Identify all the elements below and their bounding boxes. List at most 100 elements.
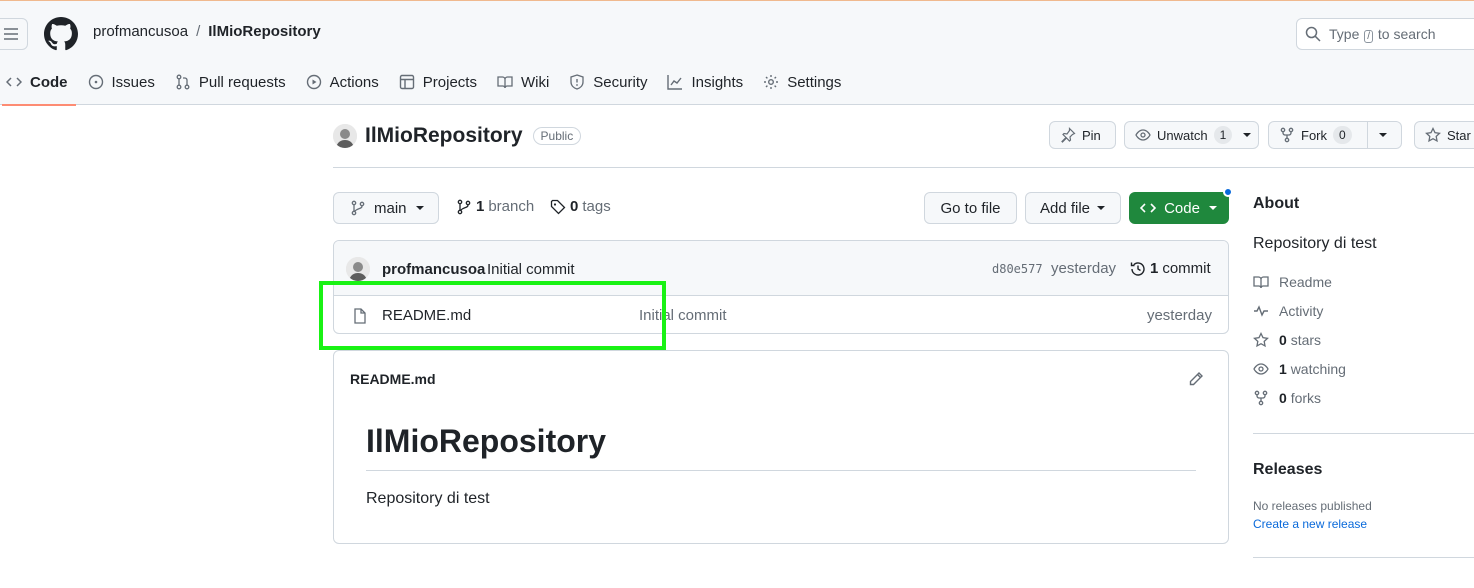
commit-count: 1: [1150, 260, 1159, 277]
unwatch-button[interactable]: Unwatch 1: [1124, 121, 1259, 149]
star-icon: [1425, 127, 1441, 143]
branch-icon: [351, 200, 365, 216]
unwatch-label: Unwatch: [1157, 127, 1208, 143]
fork-label: Fork: [1301, 127, 1327, 143]
commit-time: yesterday: [1051, 260, 1117, 277]
latest-commit-row: profmancusoa Initial commit d80e577 yest…: [334, 241, 1228, 296]
commit-history-link[interactable]: 1 commit: [1130, 260, 1211, 277]
visibility-badge: Public: [532, 127, 582, 145]
pin-icon: [1061, 127, 1076, 143]
shield-icon: [570, 74, 584, 90]
github-logo-icon[interactable]: [44, 17, 78, 51]
sidebar-divider: [1253, 433, 1474, 434]
tab-security[interactable]: Security: [565, 63, 659, 101]
commit-author[interactable]: profmancusoa: [382, 261, 485, 278]
caret-down-icon: [415, 206, 424, 210]
file-row[interactable]: README.md Initial commit yesterday: [334, 296, 1228, 333]
add-file-button[interactable]: Add file: [1025, 192, 1121, 224]
tab-wiki[interactable]: Wiki: [493, 63, 561, 101]
fork-icon: [1254, 390, 1268, 406]
readme-divider: [366, 470, 1196, 471]
repo-nav: Code Issues Pull requests Actions Projec…: [0, 63, 853, 106]
tab-label: Wiki: [520, 73, 550, 91]
fork-dropdown[interactable]: [1367, 122, 1398, 148]
go-to-file-label: Go to file: [940, 199, 1001, 217]
pulse-icon: [1254, 305, 1268, 317]
book-icon: [497, 76, 513, 89]
tag-count: 0: [570, 198, 579, 215]
search-input[interactable]: Type / to search: [1296, 18, 1474, 50]
go-to-file-button[interactable]: Go to file: [924, 192, 1017, 224]
play-icon: [306, 74, 321, 90]
create-release-link[interactable]: Create a new release: [1253, 517, 1367, 531]
tab-actions[interactable]: Actions: [302, 63, 391, 101]
commit-message[interactable]: Initial commit: [487, 261, 575, 278]
fork-button[interactable]: Fork 0: [1268, 121, 1402, 149]
issue-icon: [88, 74, 103, 90]
caret-down-icon: [1208, 206, 1217, 210]
unwatch-dropdown[interactable]: [1238, 122, 1260, 148]
repo-name[interactable]: IlMioRepository: [365, 124, 523, 148]
readme-panel: README.md IlMioRepository Repository di …: [333, 350, 1229, 544]
file-icon: [354, 308, 366, 324]
readme-link-label: Readme: [1279, 274, 1332, 290]
tab-code[interactable]: Code: [2, 63, 80, 106]
tags-link[interactable]: 0 tags: [550, 198, 611, 215]
tab-label: Pull requests: [198, 73, 286, 91]
owner-link[interactable]: profmancusoa: [93, 23, 188, 40]
caret-down-icon: [1243, 133, 1252, 137]
tab-label: Code: [30, 73, 68, 91]
title-divider: [333, 167, 1474, 168]
file-list: profmancusoa Initial commit d80e577 yest…: [333, 240, 1229, 334]
repo-link[interactable]: IlMioRepository: [208, 23, 321, 40]
watching-label: watching: [1290, 361, 1346, 377]
graph-icon: [667, 75, 683, 90]
file-commit-time: yesterday: [1146, 307, 1212, 324]
forks-count: 0: [1279, 390, 1287, 406]
gear-icon: [764, 75, 779, 89]
tab-label: Security: [593, 73, 648, 91]
pull-request-icon: [176, 74, 190, 90]
readme-link[interactable]: Readme: [1253, 274, 1332, 290]
hamburger-icon: [4, 28, 18, 40]
branch-count: 1: [476, 198, 485, 215]
tab-insights[interactable]: Insights: [663, 63, 755, 101]
tab-issues[interactable]: Issues: [84, 63, 167, 101]
breadcrumb: profmancusoa / IlMioRepository: [93, 23, 321, 40]
code-button[interactable]: Code: [1129, 192, 1229, 224]
file-name-link[interactable]: README.md: [382, 307, 471, 324]
no-releases-text: No releases published: [1253, 499, 1372, 513]
tab-label: Projects: [422, 73, 477, 91]
file-commit-message[interactable]: Initial commit: [639, 307, 727, 324]
stars-count: 0: [1279, 332, 1287, 348]
search-placeholder: Type / to search: [1329, 25, 1436, 43]
menu-button[interactable]: [0, 18, 28, 50]
readme-filename[interactable]: README.md: [350, 371, 436, 387]
branch-icon: [457, 199, 471, 214]
tag-count-label: tags: [582, 198, 611, 215]
pin-button[interactable]: Pin: [1049, 121, 1116, 149]
stars-link[interactable]: 0 stars: [1253, 332, 1321, 348]
releases-heading[interactable]: Releases: [1253, 461, 1322, 479]
sidebar-divider: [1253, 557, 1474, 558]
pencil-icon[interactable]: [1188, 371, 1204, 387]
commit-sha[interactable]: d80e577: [992, 262, 1043, 276]
watching-link[interactable]: 1 watching: [1253, 361, 1346, 377]
tab-projects[interactable]: Projects: [395, 63, 489, 101]
code-button-label: Code: [1164, 199, 1200, 217]
commit-author-avatar[interactable]: [346, 257, 370, 281]
tab-label: Issues: [111, 73, 155, 91]
eye-icon: [1253, 363, 1269, 375]
branch-selector[interactable]: main: [333, 192, 439, 224]
branches-link[interactable]: 1 branch: [456, 198, 534, 215]
tab-pull-requests[interactable]: Pull requests: [171, 63, 298, 101]
tab-settings[interactable]: Settings: [759, 63, 853, 101]
fork-counter: 0: [1333, 126, 1352, 144]
star-button[interactable]: Star: [1414, 121, 1474, 149]
code-icon: [6, 77, 22, 87]
pin-label: Pin: [1082, 127, 1101, 143]
activity-link[interactable]: Activity: [1253, 303, 1323, 319]
owner-avatar[interactable]: [333, 124, 357, 148]
forks-link[interactable]: 0 forks: [1253, 390, 1321, 406]
breadcrumb-separator: /: [196, 23, 201, 40]
